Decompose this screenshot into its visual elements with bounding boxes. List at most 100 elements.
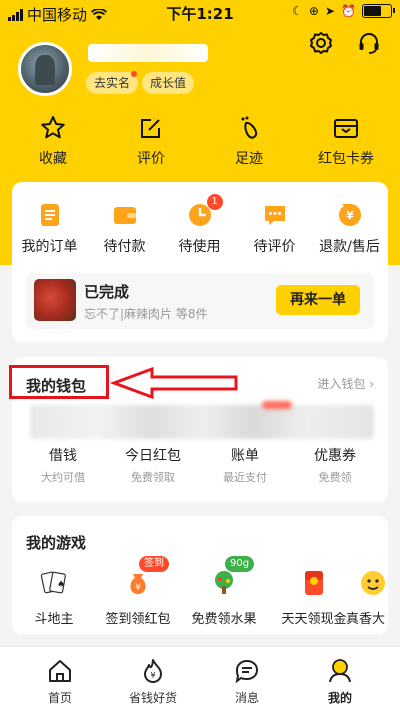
lock-rotation-icon: ⊕ — [308, 4, 319, 18]
pending-use-badge: 1 — [206, 194, 223, 210]
pending-payment-button[interactable]: 待付款 — [87, 202, 162, 256]
coupons-sub: 免费领 — [318, 471, 352, 484]
tree-icon: 90g — [209, 556, 255, 598]
profile-icon — [329, 659, 351, 683]
wallet-red-packet[interactable]: 今日红包 免费领取 — [110, 445, 196, 485]
favorites-label: 收藏 — [39, 151, 67, 167]
tab-profile[interactable]: 我的 — [300, 657, 380, 706]
blurred-amounts — [30, 401, 374, 439]
order-icon — [37, 202, 63, 228]
avatar[interactable] — [18, 42, 72, 96]
my-orders-label: 我的订单 — [21, 239, 78, 255]
pending-payment-label: 待付款 — [103, 239, 146, 255]
settings-icon[interactable] — [308, 30, 334, 56]
home-icon — [49, 660, 71, 682]
games-card: 我的游戏 ♠ 斗地主 ¥ 签到 签到领红包 90g 免费领水果 天天领现金 真香… — [12, 516, 388, 634]
completed-subtitle: 忘不了|麻辣肉片 等8件 — [84, 307, 208, 321]
orders-card: 我的订单 待付款 1 待使用 待评价 ¥ 退款/售后 已完成 忘不了|麻辣肉片 … — [12, 182, 388, 342]
footprints-link[interactable]: 足迹 — [209, 114, 289, 168]
borrow-label: 借钱 — [49, 448, 77, 464]
verify-tag[interactable]: 去实名 — [86, 72, 139, 94]
tab-bar: 首页 ¥ 省钱好货 消息 我的 — [0, 646, 400, 710]
game-partial-label: 真香大 — [346, 612, 386, 627]
headset-icon[interactable] — [356, 30, 382, 56]
annotation-box — [9, 365, 109, 399]
games-title: 我的游戏 — [26, 534, 87, 552]
battery-icon — [362, 4, 395, 18]
game-checkin-label: 签到领红包 — [105, 612, 171, 627]
reviews-label: 评价 — [137, 151, 165, 167]
emoji-icon — [358, 568, 388, 598]
coupons-label: 优惠券 — [314, 448, 356, 464]
clock-icon: 1 — [187, 194, 223, 228]
wallet-bill[interactable]: 账单 最近支付 — [202, 445, 288, 485]
moon-icon: ☾ — [292, 4, 303, 18]
message-icon — [235, 659, 259, 684]
red-envelope-icon — [299, 568, 329, 598]
alarm-icon: ⏰ — [341, 4, 356, 18]
coupons-label: 红包卡券 — [318, 151, 374, 167]
borrow-sub: 大约可借 — [41, 471, 85, 484]
refund-button[interactable]: ¥ 退款/售后 — [312, 202, 387, 256]
game-checkin[interactable]: ¥ 签到 签到领红包 — [94, 556, 182, 627]
reviews-link[interactable]: 评价 — [111, 114, 191, 168]
tab-home-label: 首页 — [47, 691, 72, 705]
enter-wallet-link[interactable]: 进入钱包 › — [317, 375, 374, 392]
footprints-label: 足迹 — [235, 151, 263, 167]
favorites-link[interactable]: 收藏 — [13, 114, 93, 168]
card-icon — [334, 119, 358, 138]
refund-icon: ¥ — [337, 202, 363, 228]
growth-tag[interactable]: 成长值 — [142, 72, 195, 94]
pending-review-label: 待评价 — [253, 239, 296, 255]
username-blurred[interactable] — [88, 44, 208, 62]
completed-order[interactable]: 已完成 忘不了|麻辣肉片 等8件 再来一单 — [26, 273, 374, 329]
wallet-card: 我的钱包 进入钱包 › 借钱 大约可借 今日红包 免费领取 账单 最近支付 优惠… — [9, 357, 388, 502]
svg-text:¥: ¥ — [346, 209, 354, 222]
tab-home[interactable]: 首页 — [20, 657, 100, 706]
game-partial[interactable]: 真香大 — [346, 568, 396, 627]
checkin-badge: 签到 — [139, 556, 169, 572]
money-bag-icon: ¥ 签到 — [123, 556, 169, 598]
game-cash[interactable]: 天天领现金 — [270, 568, 358, 627]
tab-deals[interactable]: ¥ 省钱好货 — [113, 657, 193, 706]
red-packet-label: 今日红包 — [125, 448, 181, 464]
tab-deals-label: 省钱好货 — [128, 691, 177, 705]
svg-text:¥: ¥ — [135, 583, 141, 593]
game-fruit[interactable]: 90g 免费领水果 — [180, 556, 268, 627]
dish-thumbnail — [34, 279, 76, 321]
game-cash-label: 天天领现金 — [281, 612, 347, 627]
tab-messages-label: 消息 — [234, 691, 259, 705]
wallet-borrow[interactable]: 借钱 大约可借 — [20, 445, 106, 485]
bill-sub: 最近支付 — [223, 471, 267, 484]
game-landlord[interactable]: ♠ 斗地主 — [10, 568, 98, 627]
svg-text:¥: ¥ — [150, 671, 155, 680]
my-orders-button[interactable]: 我的订单 — [12, 202, 87, 256]
pending-review-button[interactable]: 待评价 — [237, 202, 312, 256]
fruit-badge: 90g — [225, 556, 255, 572]
star-icon — [41, 116, 65, 139]
tab-messages[interactable]: 消息 — [207, 657, 287, 706]
completed-title: 已完成 — [84, 283, 130, 301]
refund-label: 退款/售后 — [319, 239, 380, 255]
edit-icon — [141, 119, 160, 138]
game-landlord-label: 斗地主 — [34, 612, 74, 627]
game-fruit-label: 免费领水果 — [191, 612, 257, 627]
status-bar: 中国移动 下午1:21 ☾ ⊕ ➤ ⏰ — [0, 0, 400, 26]
flame-icon: ¥ — [144, 659, 162, 683]
wallet-icon — [112, 202, 138, 228]
red-packet-sub: 免费领取 — [131, 471, 175, 484]
annotation-arrow — [110, 366, 238, 400]
footprint-icon — [241, 116, 258, 139]
coupons-link[interactable]: 红包卡券 — [306, 114, 386, 168]
pending-use-label: 待使用 — [178, 239, 221, 255]
bill-label: 账单 — [231, 448, 259, 464]
pending-use-button[interactable]: 1 待使用 — [162, 194, 237, 256]
reorder-button[interactable]: 再来一单 — [276, 285, 360, 315]
cards-icon: ♠ — [39, 568, 69, 598]
svg-text:♠: ♠ — [57, 580, 65, 590]
tab-profile-label: 我的 — [327, 691, 352, 705]
wallet-coupons[interactable]: 优惠券 免费领 — [292, 445, 378, 485]
location-icon: ➤ — [324, 4, 336, 18]
chat-icon — [262, 202, 288, 228]
notification-dot — [131, 71, 137, 77]
